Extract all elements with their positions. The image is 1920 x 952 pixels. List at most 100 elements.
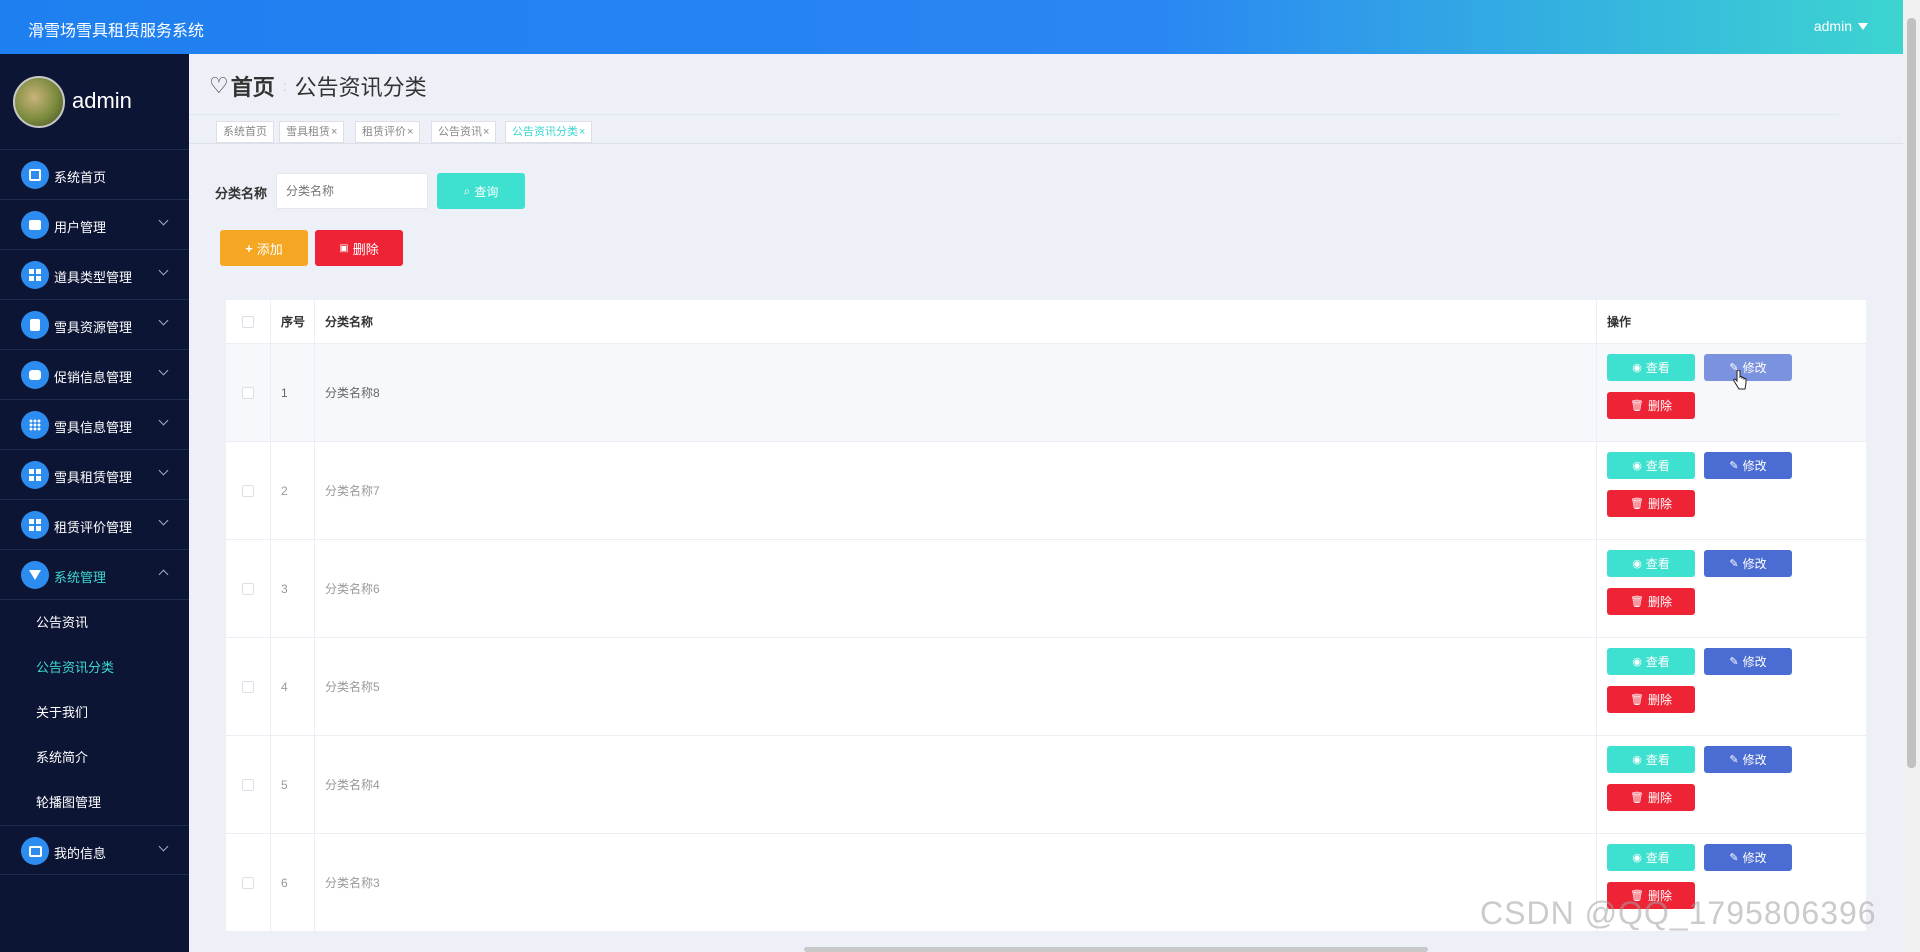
row-name: 分类名称3 xyxy=(315,834,1597,931)
edit-icon: ✎ xyxy=(1729,754,1739,766)
sidebar-subitem-announcement-categories[interactable]: 公告资讯分类 xyxy=(0,645,189,690)
sidebar-item-prop-types[interactable]: 道具类型管理 xyxy=(0,250,189,300)
search-input[interactable] xyxy=(276,173,428,209)
sidebar-item-promotions[interactable]: 促销信息管理 xyxy=(0,350,189,400)
breadcrumb: ♡ 首页 : 公告资讯分类 xyxy=(209,70,427,102)
row-index: 5 xyxy=(271,736,315,833)
tag-home[interactable]: 系统首页 xyxy=(216,121,274,143)
close-icon[interactable]: × xyxy=(407,126,413,138)
view-button[interactable]: ◉ 查看 xyxy=(1607,746,1695,773)
horizontal-scrollbar[interactable] xyxy=(804,947,1428,952)
row-delete-button[interactable]: 🗑 删除 xyxy=(1607,392,1695,419)
trash-icon: 🗑 xyxy=(1630,498,1644,510)
close-icon[interactable]: × xyxy=(483,126,489,138)
row-delete-button[interactable]: 🗑 删除 xyxy=(1607,588,1695,615)
row-name: 分类名称8 xyxy=(315,344,1597,441)
tag-announcements[interactable]: 公告资讯× xyxy=(431,121,497,143)
vertical-scrollbar[interactable] xyxy=(1903,0,1920,952)
row-delete-button[interactable]: 🗑 删除 xyxy=(1607,784,1695,811)
sidebar-subitem-system-intro[interactable]: 系统简介 xyxy=(0,735,189,780)
view-button[interactable]: ◉ 查看 xyxy=(1607,648,1695,675)
tag-rentals[interactable]: 雪具租赁× xyxy=(279,121,345,143)
row-index: 6 xyxy=(271,834,315,931)
row-delete-button[interactable]: 🗑 删除 xyxy=(1607,686,1695,713)
edit-button[interactable]: ✎ 修改 xyxy=(1704,648,1792,675)
view-label: 查看 xyxy=(1645,655,1670,669)
funnel-icon xyxy=(21,561,49,589)
tag-announcement-categories[interactable]: 公告资讯分类× xyxy=(505,121,593,143)
row-checkbox-cell xyxy=(226,540,271,637)
row-name: 分类名称7 xyxy=(315,442,1597,539)
trash-icon: ▣ xyxy=(339,242,349,254)
tags-bar: 系统首页 雪具租赁× 租赁评价× 公告资讯× 公告资讯分类× xyxy=(189,114,1839,143)
search-button[interactable]: ⌕ 查询 xyxy=(437,173,525,209)
row-delete-button[interactable]: 🗑 删除 xyxy=(1607,490,1695,517)
edit-button[interactable]: ✎ 修改 xyxy=(1704,550,1792,577)
row-ops: ◉ 查看 ✎ 修改 🗑 删除 xyxy=(1597,736,1866,833)
scrollbar-thumb[interactable] xyxy=(1907,18,1916,768)
table-row: 2 分类名称7 ◉ 查看 ✎ 修改 🗑 删除 xyxy=(226,442,1866,540)
close-icon[interactable]: × xyxy=(331,126,337,138)
sidebar-item-system[interactable]: 系统管理 xyxy=(0,550,189,600)
row-checkbox[interactable] xyxy=(242,680,254,693)
edit-label: 修改 xyxy=(1742,655,1767,669)
tag-label: 租赁评价 xyxy=(362,126,406,138)
sidebar-item-label: 租赁评价管理 xyxy=(54,520,133,535)
row-ops: ◉ 查看 ✎ 修改 🗑 删除 xyxy=(1597,638,1866,735)
row-checkbox[interactable] xyxy=(242,876,254,889)
table-header: 序号 分类名称 操作 xyxy=(226,300,1866,344)
hand-cursor-icon xyxy=(1733,370,1747,390)
view-button[interactable]: ◉ 查看 xyxy=(1607,550,1695,577)
avatar xyxy=(13,76,65,128)
eye-icon: ◉ xyxy=(1632,852,1642,864)
app-title: 滑雪场雪具租赁服务系统 xyxy=(28,23,205,40)
edit-button[interactable]: ✎ 修改 xyxy=(1704,452,1792,479)
close-icon[interactable]: × xyxy=(579,126,585,138)
sidebar-subitem-announcements[interactable]: 公告资讯 xyxy=(0,600,189,645)
sidebar-subitem-about-us[interactable]: 关于我们 xyxy=(0,690,189,735)
trash-icon: 🗑 xyxy=(1630,596,1644,608)
delete-button[interactable]: ▣ 删除 xyxy=(315,230,403,266)
top-bar: 滑雪场雪具租赁服务系统 admin xyxy=(0,0,1920,54)
chevron-down-icon xyxy=(158,841,169,852)
row-checkbox[interactable] xyxy=(242,778,254,791)
view-button[interactable]: ◉ 查看 xyxy=(1607,844,1695,871)
row-checkbox[interactable] xyxy=(242,582,254,595)
heart-icon: ♡ xyxy=(209,73,229,98)
sidebar-item-label: 道具类型管理 xyxy=(54,270,133,285)
sidebar-item-equipment-info[interactable]: 雪具信息管理 xyxy=(0,400,189,450)
sidebar-item-home[interactable]: 系统首页 xyxy=(0,150,189,200)
select-all-checkbox[interactable] xyxy=(242,315,254,328)
chevron-down-icon xyxy=(158,415,169,426)
sidebar-item-reviews[interactable]: 租赁评价管理 xyxy=(0,500,189,550)
view-button[interactable]: ◉ 查看 xyxy=(1607,354,1695,381)
card-icon xyxy=(21,837,49,865)
sidebar-item-users[interactable]: 用户管理 xyxy=(0,200,189,250)
tag-reviews[interactable]: 租赁评价× xyxy=(355,121,421,143)
row-checkbox[interactable] xyxy=(242,484,254,497)
search-button-label: 查询 xyxy=(474,184,499,199)
sidebar-item-my-info[interactable]: 我的信息 xyxy=(0,825,189,875)
sidebar-subitem-carousel[interactable]: 轮播图管理 xyxy=(0,780,189,825)
edit-icon: ✎ xyxy=(1729,852,1739,864)
tag-label: 系统首页 xyxy=(223,126,267,138)
edit-button[interactable]: ✎ 修改 xyxy=(1704,844,1792,871)
view-label: 查看 xyxy=(1645,459,1670,473)
sidebar-item-equipment-resources[interactable]: 雪具资源管理 xyxy=(0,300,189,350)
briefcase-icon xyxy=(21,211,49,239)
sidebar-item-rentals[interactable]: 雪具租赁管理 xyxy=(0,450,189,500)
add-button[interactable]: + 添加 xyxy=(220,230,308,266)
sidebar-item-label: 系统首页 xyxy=(54,170,107,185)
view-button[interactable]: ◉ 查看 xyxy=(1607,452,1695,479)
edit-button[interactable]: ✎ 修改 xyxy=(1704,746,1792,773)
row-checkbox[interactable] xyxy=(242,386,254,399)
user-menu[interactable]: admin xyxy=(1814,18,1868,34)
breadcrumb-home[interactable]: 首页 xyxy=(231,70,275,102)
edit-button[interactable]: ✎ 修改 xyxy=(1704,354,1792,381)
eye-icon: ◉ xyxy=(1632,754,1642,766)
home-icon xyxy=(21,161,49,189)
breadcrumb-separator: : xyxy=(282,78,287,94)
edit-label: 修改 xyxy=(1742,459,1767,473)
sidebar-profile: admin xyxy=(0,54,189,150)
chevron-down-icon xyxy=(158,365,169,376)
